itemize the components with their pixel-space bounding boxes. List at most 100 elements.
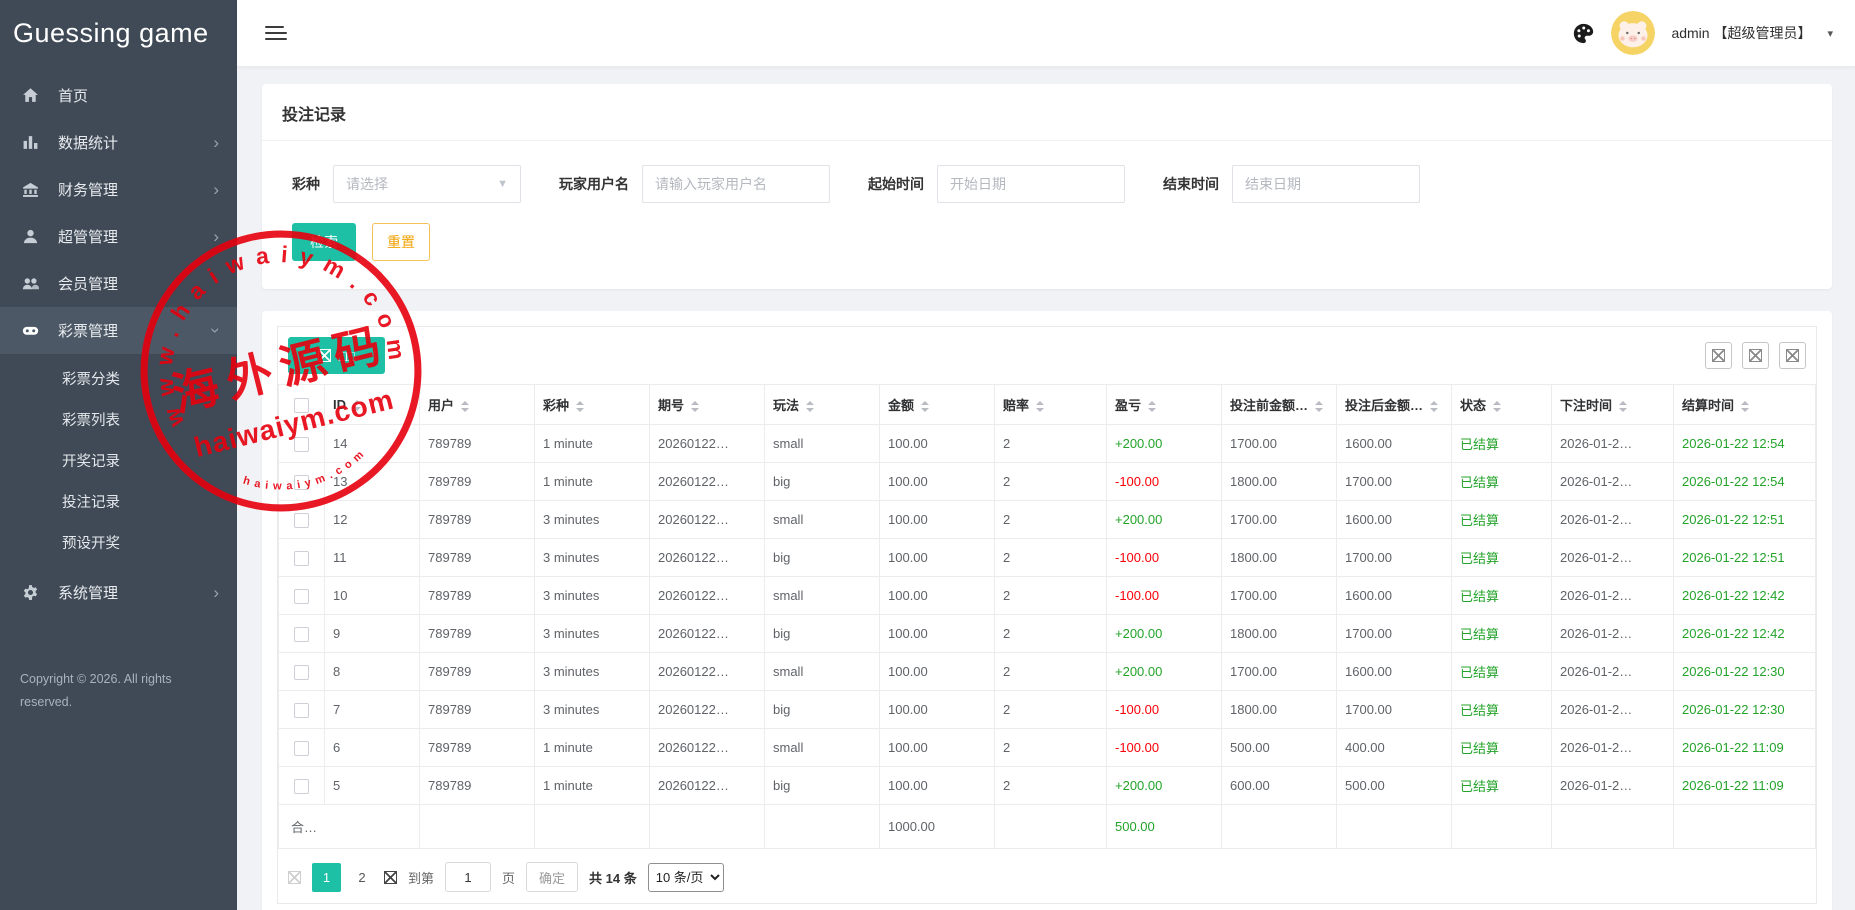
members-icon [22,275,42,293]
column-header-play[interactable]: 玩法 [765,385,880,425]
start-date-input[interactable] [937,165,1125,203]
select-all-checkbox[interactable] [294,398,309,413]
cell-id: 12 [325,501,420,539]
column-header-id[interactable]: ID [325,385,420,425]
row-checkbox[interactable] [294,551,309,566]
column-header-status[interactable]: 状态 [1452,385,1552,425]
chevron-right-icon: › [213,134,219,151]
hamburger-menu-icon[interactable] [265,26,287,41]
user-avatar[interactable] [1611,11,1655,55]
cell-user: 789789 [420,767,535,805]
chevron-down-icon[interactable]: ▾ [1827,27,1833,40]
cell-before_amount: 1800.00 [1222,615,1337,653]
toolbar-icon-button-2[interactable] [1742,342,1769,369]
home-icon [22,87,42,105]
row-checkbox[interactable] [294,627,309,642]
broken-image-icon [1712,349,1725,362]
sidebar-subitem-draw-records[interactable]: 开奖记录 [0,440,237,481]
sidebar-subitem-bet-records[interactable]: 投注记录 [0,481,237,522]
sort-icon[interactable] [691,401,699,412]
row-checkbox[interactable] [294,779,309,794]
sidebar-item-lottery[interactable]: 彩票管理› [0,307,237,354]
column-header-amount[interactable]: 金额 [880,385,995,425]
row-checkbox[interactable] [294,703,309,718]
sidebar-item-finance[interactable]: 财务管理› [0,166,237,213]
end-time-label: 结束时间 [1163,174,1219,194]
bar-chart-icon [22,134,42,152]
reset-button[interactable]: 重置 [372,223,430,261]
player-username-input[interactable] [642,165,830,203]
column-header-settle_time[interactable]: 结算时间 [1674,385,1816,425]
row-checkbox[interactable] [294,513,309,528]
toolbar-icon-button-3[interactable] [1779,342,1806,369]
sort-icon[interactable] [1619,401,1627,412]
sort-icon[interactable] [1741,401,1749,412]
toolbar-icon-button-1[interactable] [1705,342,1732,369]
row-checkbox[interactable] [294,437,309,452]
user-name[interactable]: admin 【超级管理员】 [1671,23,1811,43]
sidebar-item-system[interactable]: 系统管理› [0,569,237,616]
chevron-right-icon: › [213,584,219,601]
sort-icon[interactable] [1430,401,1438,412]
sort-icon[interactable] [576,401,584,412]
column-header-odds[interactable]: 赔率 [995,385,1107,425]
goto-page-input[interactable] [445,862,491,892]
cell-settle_time: 2026-01-22 12:54 [1674,425,1816,463]
sort-icon[interactable] [806,401,814,412]
per-page-select[interactable]: 10 条/页 [648,863,724,892]
sort-icon[interactable] [461,401,469,412]
sidebar-subitem-lottery-list[interactable]: 彩票列表 [0,399,237,440]
cell-bet_time: 2026-01-2… [1552,539,1674,577]
cell-play: small [765,729,880,767]
cell-after_amount: 1600.00 [1337,425,1452,463]
sort-icon[interactable] [1036,401,1044,412]
row-checkbox[interactable] [294,665,309,680]
sidebar-item-stats[interactable]: 数据统计› [0,119,237,166]
prev-page-button[interactable] [288,871,301,884]
column-header-user[interactable]: 用户 [420,385,535,425]
page-number-2[interactable]: 2 [351,870,373,885]
sort-icon[interactable] [1315,401,1323,412]
confirm-page-button[interactable]: 确定 [526,862,578,892]
cell-issue: 20260122… [650,425,765,463]
cell-after_amount: 400.00 [1337,729,1452,767]
theme-palette-icon[interactable] [1572,22,1595,45]
cell-after_amount: 1600.00 [1337,501,1452,539]
column-header-profit[interactable]: 盈亏 [1107,385,1222,425]
table-row: 77897893 minutes20260122…big100.002-100.… [279,691,1816,729]
row-checkbox[interactable] [294,741,309,756]
column-header-issue[interactable]: 期号 [650,385,765,425]
column-header-after_amount[interactable]: 投注后金额… [1337,385,1452,425]
row-checkbox[interactable] [294,475,309,490]
next-page-button[interactable] [384,871,397,884]
search-button[interactable]: 检索 [292,223,356,261]
player-username-label: 玩家用户名 [559,174,629,194]
sidebar-item-home[interactable]: 首页 [0,72,237,119]
select-all-header [279,385,325,425]
sidebar-item-members[interactable]: 会员管理 [0,260,237,307]
column-header-bet_time[interactable]: 下注时间 [1552,385,1674,425]
row-checkbox[interactable] [294,589,309,604]
cell-settle_time: 2026-01-22 11:09 [1674,729,1816,767]
lottery-type-select[interactable]: 请选择 ▼ [333,165,521,203]
cell-after_amount: 1700.00 [1337,539,1452,577]
sort-icon[interactable] [1148,401,1156,412]
cell-bet_time: 2026-01-2… [1552,691,1674,729]
sidebar-item-super-admin[interactable]: 超管管理› [0,213,237,260]
cell-odds: 2 [995,577,1107,615]
sort-icon[interactable] [353,400,361,411]
sidebar-subitem-lottery-category[interactable]: 彩票分类 [0,358,237,399]
end-date-input[interactable] [1232,165,1420,203]
sidebar-subitem-preset-draw[interactable]: 预设开奖 [0,522,237,563]
main-area: admin 【超级管理员】 ▾ 投注记录 彩种 请选择 ▼ 玩家用户名 [237,0,1855,910]
cell-lottery: 1 minute [535,463,650,501]
sort-icon[interactable] [921,401,929,412]
cell-settle_time: 2026-01-22 12:42 [1674,577,1816,615]
cell-status: 已结算 [1452,767,1552,805]
column-header-lottery[interactable]: 彩种 [535,385,650,425]
copyright-text: Copyright © 2026. All rights reserved. [0,668,185,713]
sort-icon[interactable] [1493,401,1501,412]
column-header-before_amount[interactable]: 投注前金额… [1222,385,1337,425]
page-number-1[interactable]: 1 [312,863,341,892]
toolbar-action-button[interactable]: □□ [288,337,385,374]
